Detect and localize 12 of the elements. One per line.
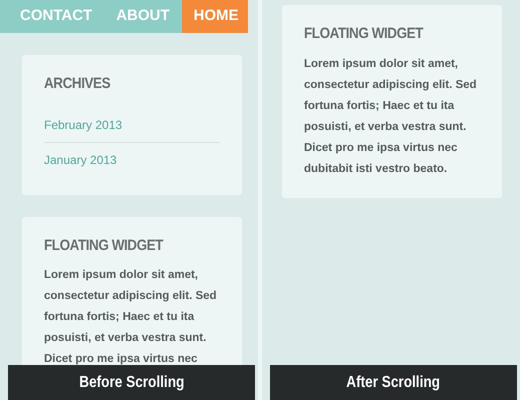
archive-link[interactable]: February 2013 xyxy=(44,108,122,142)
archive-link[interactable]: January 2013 xyxy=(44,142,117,176)
widget-title: FLOATING WIDGET xyxy=(44,236,164,256)
widget-title: FLOATING WIDGET xyxy=(304,24,424,44)
widget-title: ARCHIVES xyxy=(44,74,112,94)
nav-link[interactable]: HOME xyxy=(182,0,248,33)
nav-link[interactable]: ABOUT xyxy=(104,0,182,33)
caption-text: After Scrolling xyxy=(346,372,440,392)
widget-text: Lorem ipsum dolor sit amet, consectetur adipiscing elit. Sed fortuna fortis; Haec et tu ita posuisti, et verba vestra sunt. Dicet pro me ipsa virtus nec xyxy=(44,268,218,367)
widget-text: Lorem ipsum dolor sit amet, consectetur adipiscing elit. Sed fortuna fortis; Haec et tu ita posuisti, et verba vestra sunt. Dicet pro me ipsa virtus nec dubitabit isti vestro beato. xyxy=(304,56,478,176)
nav-link[interactable]: CONTACT xyxy=(8,0,104,33)
caption-text: Before Scrolling xyxy=(78,372,184,392)
